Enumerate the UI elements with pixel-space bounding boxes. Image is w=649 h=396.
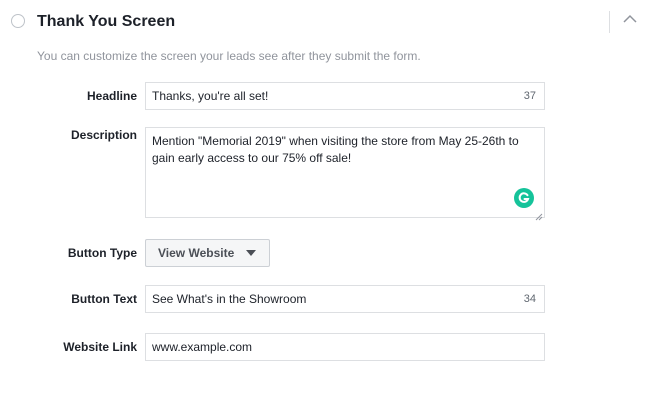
grammarly-icon[interactable] [514, 188, 534, 208]
collapse-button[interactable] [621, 12, 639, 26]
website-link-label: Website Link [63, 340, 137, 354]
chevron-up-icon [623, 14, 637, 23]
caret-down-icon [246, 250, 256, 256]
headline-input[interactable]: Thanks, you're all set! 37 [145, 82, 545, 110]
headline-value: Thanks, you're all set! [152, 89, 269, 103]
description-value: Mention "Memorial 2019" when visiting th… [152, 134, 519, 165]
header-divider [609, 11, 610, 33]
button-text-value: See What's in the Showroom [152, 292, 307, 306]
section-header: Thank You Screen [0, 0, 649, 44]
resize-handle[interactable] [535, 208, 543, 221]
headline-char-count: 37 [523, 90, 536, 102]
description-textarea[interactable]: Mention "Memorial 2019" when visiting th… [145, 127, 545, 221]
button-text-input[interactable]: See What's in the Showroom 34 [145, 285, 545, 313]
button-text-char-count: 34 [523, 293, 536, 305]
website-link-value: www.example.com [152, 340, 253, 354]
section-title: Thank You Screen [37, 13, 176, 30]
button-type-label: Button Type [67, 246, 137, 260]
button-text-label: Button Text [71, 292, 137, 306]
button-type-dropdown[interactable]: View Website [145, 239, 270, 267]
headline-label: Headline [86, 89, 137, 103]
section-radio[interactable] [11, 14, 25, 28]
button-type-selected: View Website [158, 246, 235, 260]
description-label: Description [70, 128, 137, 142]
website-link-input[interactable]: www.example.com [145, 333, 545, 361]
section-subtitle: You can customize the screen your leads … [37, 49, 421, 63]
